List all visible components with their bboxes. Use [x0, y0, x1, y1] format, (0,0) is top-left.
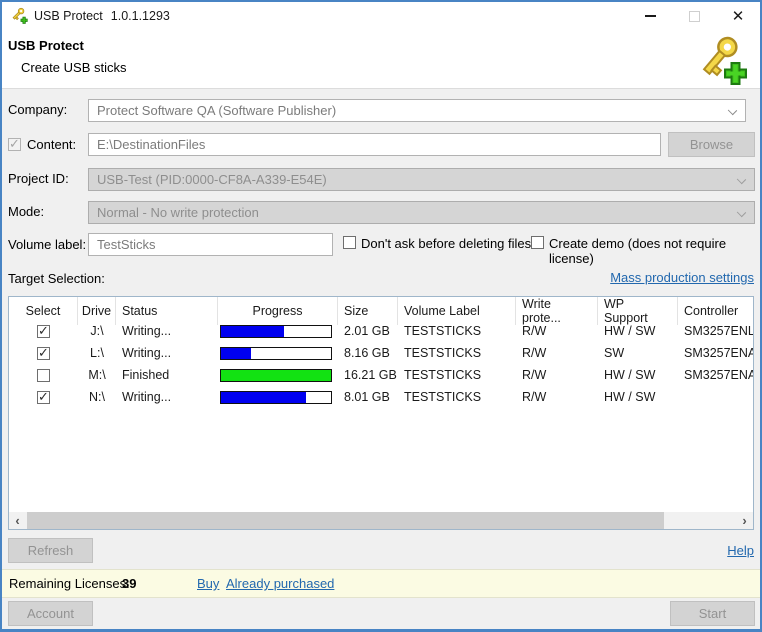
- mode-label: Mode:: [8, 204, 44, 219]
- table-row: N:\ Writing... 8.01 GB TESTSTICKS R/W HW…: [9, 386, 753, 408]
- create-demo-checkbox[interactable]: [531, 236, 544, 249]
- project-id-value: USB-Test (PID:0000-CF8A-A339-E54E): [97, 172, 327, 187]
- volume-label-cell: TESTSTICKS: [398, 320, 516, 342]
- create-demo-label: Create demo (does not require license): [549, 236, 760, 266]
- status-cell: Writing...: [116, 386, 218, 408]
- content-checkbox: [8, 138, 21, 151]
- browse-button: Browse: [668, 132, 755, 157]
- controller-cell: SM3257ENAA: [678, 342, 753, 364]
- minimize-icon: [645, 15, 656, 17]
- progress-bar: [220, 347, 332, 360]
- table-row: J:\ Writing... 2.01 GB TESTSTICKS R/W HW…: [9, 320, 753, 342]
- volume-label-cell: TESTSTICKS: [398, 342, 516, 364]
- status-cell: Writing...: [116, 342, 218, 364]
- size-cell: 8.01 GB: [338, 386, 398, 408]
- controller-cell: [678, 386, 753, 408]
- status-cell: Finished: [116, 364, 218, 386]
- close-button[interactable]: ✕: [716, 2, 760, 30]
- refresh-button: Refresh: [8, 538, 93, 563]
- volume-label-input[interactable]: TestSticks: [88, 233, 333, 256]
- start-button: Start: [670, 601, 755, 626]
- size-cell: 16.21 GB: [338, 364, 398, 386]
- row-select-checkbox[interactable]: [37, 391, 50, 404]
- volume-label-label: Volume label:: [8, 237, 86, 252]
- wp-support-cell: HW / SW: [598, 364, 678, 386]
- buy-link[interactable]: Buy: [197, 576, 219, 591]
- controller-cell: SM3257ENLT: [678, 320, 753, 342]
- row-select-checkbox[interactable]: [37, 325, 50, 338]
- mass-production-settings-link[interactable]: Mass production settings: [610, 270, 754, 285]
- license-bar: Remaining Licenses: 39 Buy Already purch…: [2, 569, 760, 598]
- table-header: Select Drive Status Progress Size Volume…: [9, 297, 753, 320]
- project-id-label: Project ID:: [8, 171, 69, 186]
- already-purchased-link[interactable]: Already purchased: [226, 576, 334, 591]
- dont-ask-checkbox[interactable]: [343, 236, 356, 249]
- scroll-right-arrow-icon[interactable]: ›: [736, 512, 753, 529]
- row-select-checkbox[interactable]: [37, 347, 50, 360]
- volume-label-cell: TESTSTICKS: [398, 364, 516, 386]
- project-id-combobox: USB-Test (PID:0000-CF8A-A339-E54E): [88, 168, 755, 191]
- volume-label-value: TestSticks: [97, 237, 156, 252]
- write-protection-cell: R/W: [516, 364, 598, 386]
- wp-support-cell: HW / SW: [598, 386, 678, 408]
- progress-bar: [220, 391, 332, 404]
- app-icon: [11, 7, 28, 24]
- drive-cell: N:\: [78, 386, 116, 408]
- drive-cell: M:\: [78, 364, 116, 386]
- drive-cell: J:\: [78, 320, 116, 342]
- volume-label-cell: TESTSTICKS: [398, 386, 516, 408]
- maximize-icon: [689, 11, 700, 22]
- titlebar: USB Protect1.0.1.1293 ✕: [2, 2, 760, 30]
- table-row: L:\ Writing... 8.16 GB TESTSTICKS R/W SW…: [9, 342, 753, 364]
- content-label: Content:: [27, 137, 76, 152]
- content-value: E:\DestinationFiles: [97, 137, 205, 152]
- mode-value: Normal - No write protection: [97, 205, 259, 220]
- progress-bar: [220, 325, 332, 338]
- horizontal-scrollbar[interactable]: ‹ ›: [9, 512, 753, 529]
- maximize-button: [672, 2, 716, 30]
- write-protection-cell: R/W: [516, 320, 598, 342]
- key-plus-icon: [697, 35, 747, 85]
- mode-combobox: Normal - No write protection: [88, 201, 755, 224]
- company-combobox[interactable]: Protect Software QA (Software Publisher): [88, 99, 746, 122]
- page-header: USB Protect Create USB sticks: [2, 30, 760, 89]
- content-input[interactable]: E:\DestinationFiles: [88, 133, 661, 156]
- wp-support-cell: HW / SW: [598, 320, 678, 342]
- help-link[interactable]: Help: [727, 543, 754, 558]
- status-cell: Writing...: [116, 320, 218, 342]
- wp-support-cell: SW: [598, 342, 678, 364]
- remaining-licenses-count: 39: [122, 576, 136, 591]
- progress-bar: [220, 369, 332, 382]
- target-selection-label: Target Selection:: [8, 271, 105, 286]
- row-select-checkbox[interactable]: [37, 369, 50, 382]
- window-title: USB Protect1.0.1.1293: [34, 9, 170, 23]
- page-title: USB Protect: [8, 38, 84, 53]
- drive-cell: L:\: [78, 342, 116, 364]
- remaining-licenses-label: Remaining Licenses:: [9, 576, 130, 591]
- company-value: Protect Software QA (Software Publisher): [97, 103, 336, 118]
- table-row: M:\ Finished 16.21 GB TESTSTICKS R/W HW …: [9, 364, 753, 386]
- dont-ask-label: Don't ask before deleting files: [361, 236, 531, 251]
- account-button: Account: [8, 601, 93, 626]
- company-label: Company:: [8, 102, 67, 117]
- target-table: Select Drive Status Progress Size Volume…: [8, 296, 754, 530]
- size-cell: 8.16 GB: [338, 342, 398, 364]
- size-cell: 2.01 GB: [338, 320, 398, 342]
- chevron-down-icon: [728, 106, 737, 115]
- scroll-left-arrow-icon[interactable]: ‹: [9, 512, 26, 529]
- usb-protect-window: USB Protect1.0.1.1293 ✕ USB Protect Crea…: [0, 0, 762, 632]
- scrollbar-thumb[interactable]: [27, 512, 664, 529]
- write-protection-cell: R/W: [516, 342, 598, 364]
- write-protection-cell: R/W: [516, 386, 598, 408]
- chevron-down-icon: [737, 175, 746, 184]
- close-icon: ✕: [732, 7, 745, 25]
- chevron-down-icon: [737, 208, 746, 217]
- minimize-button[interactable]: [628, 2, 672, 30]
- page-subtitle: Create USB sticks: [21, 60, 126, 75]
- controller-cell: SM3257ENAA: [678, 364, 753, 386]
